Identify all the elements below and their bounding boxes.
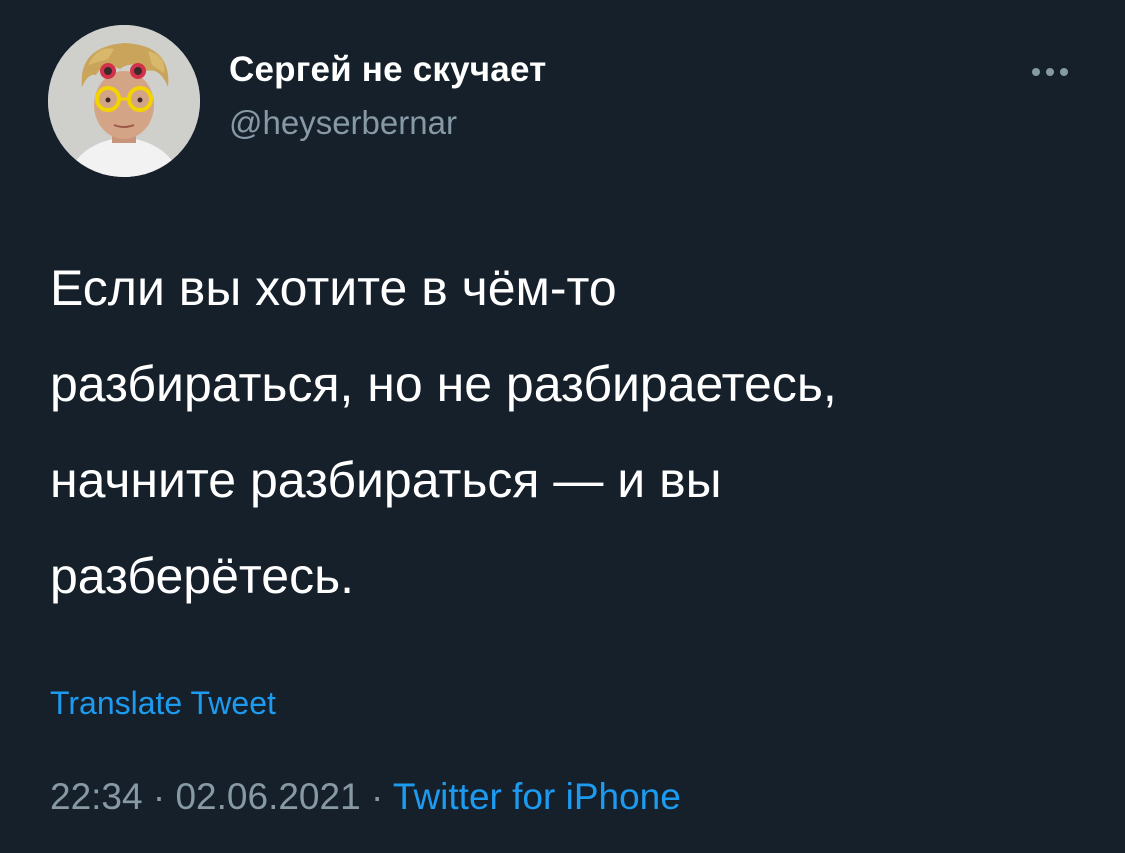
tweet-source-link[interactable]: Twitter for iPhone xyxy=(393,776,681,817)
meta-separator: · xyxy=(152,776,166,817)
more-options-button[interactable] xyxy=(1022,52,1078,92)
tweet-metadata: 22:34 · 02.06.2021 · Twitter for iPhone xyxy=(50,776,681,818)
tweet-text-line: разбираться, но не разбираетесь, xyxy=(50,356,837,412)
tweet-text-line: разберётесь. xyxy=(50,548,355,604)
tweet-date[interactable]: 02.06.2021 xyxy=(175,776,360,817)
author-handle[interactable]: @heyserbernar xyxy=(229,104,457,142)
tweet-card: Сергей не скучает @heyserbernar Если вы … xyxy=(0,0,1125,853)
tweet-text-line: Если вы хотите в чём-то xyxy=(50,260,617,316)
more-options-icon xyxy=(1032,68,1068,76)
author-name[interactable]: Сергей не скучает xyxy=(229,50,547,90)
tweet-text: Если вы хотите в чём-то разбираться, но … xyxy=(50,240,1100,624)
translate-tweet-link[interactable]: Translate Tweet xyxy=(50,685,276,722)
tweet-time[interactable]: 22:34 xyxy=(50,776,143,817)
profile-photo xyxy=(48,25,200,177)
tweet-text-line: начните разбираться — и вы xyxy=(50,452,722,508)
avatar[interactable] xyxy=(48,25,200,177)
meta-separator: · xyxy=(370,776,384,817)
